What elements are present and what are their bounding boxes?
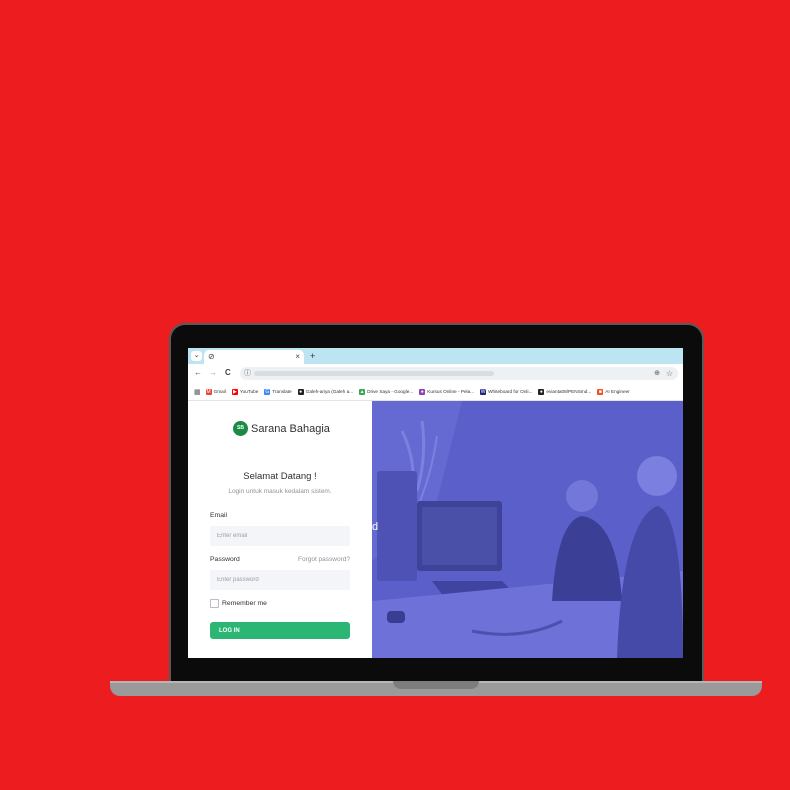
apps-grid-icon[interactable]: ▦ [194, 388, 201, 396]
email-field[interactable] [210, 526, 350, 546]
email-label: Email [210, 512, 227, 519]
bookmark-item[interactable]: ▶ YouTube [231, 388, 259, 395]
remember-me[interactable]: Remember me [210, 599, 267, 608]
bookmarks-bar: ▦ M Gmail ▶ YouTube G Translate ● Galeh-ariya (… [188, 383, 683, 401]
forward-arrow-icon[interactable]: → [209, 368, 217, 378]
bookmark-item[interactable]: ● Galeh-ariya (Galeh a... [297, 388, 354, 395]
site-info-icon[interactable]: ⓘ [244, 368, 251, 379]
hero-image: d [372, 401, 683, 658]
bookmark-star-icon[interactable]: ☆ [666, 368, 673, 379]
microsoft-icon: ■ [597, 388, 604, 395]
youtube-icon: ▶ [231, 388, 238, 395]
reload-icon[interactable]: C [225, 368, 231, 378]
address-bar[interactable]: ⓘ ⊕ ☆ [240, 367, 678, 380]
browser-tab[interactable]: ⊘ × [204, 350, 304, 364]
bookmark-item[interactable]: G Translate [264, 388, 292, 395]
new-tab-icon[interactable]: + [310, 351, 315, 361]
bookmark-label: Translate [272, 389, 292, 394]
brand[interactable]: SB Sarana Bahagia [233, 421, 330, 436]
remember-me-label: Remember me [222, 600, 267, 607]
bookmark-item[interactable]: W Whiteboard for Onli... [480, 388, 533, 395]
tab-search-icon[interactable]: ⌄ [191, 351, 202, 361]
login-panel: SB Sarana Bahagia Selamat Datang ! Login… [188, 401, 372, 658]
bookmark-label: Whiteboard for Onli... [488, 389, 533, 394]
browser-toolbar: ← → C ⓘ ⊕ ☆ [188, 364, 683, 383]
office-workers-illustration [372, 401, 683, 658]
github-icon: ● [538, 388, 545, 395]
remember-me-checkbox[interactable] [210, 599, 219, 608]
translate-icon: G [264, 388, 271, 395]
brand-name: Sarana Bahagia [251, 422, 330, 435]
bookmark-label: evianta08/PENSInd... [546, 389, 592, 394]
bookmark-label: YouTube [239, 389, 259, 394]
bookmark-item[interactable]: M Gmail [205, 388, 226, 395]
laptop-screen: ⌄ ⊘ × + ← → C ⓘ ⊕ ☆ ▦ M Gmail ▶ YouTube G Tra… [188, 348, 683, 658]
tab-favicon-icon: ⊘ [208, 352, 215, 361]
forgot-password-link[interactable]: Forgot password? [290, 556, 350, 563]
back-arrow-icon[interactable]: ← [194, 368, 202, 378]
address-bar-url [254, 371, 494, 376]
bookmark-label: Drive Saya - Google... [367, 389, 414, 394]
bookmark-label: Gmail [213, 389, 226, 394]
gmail-icon: M [205, 388, 212, 395]
whiteboard-icon: W [480, 388, 487, 395]
bookmark-label: Kursus Online - Pela... [427, 389, 475, 394]
course-icon: ● [419, 388, 426, 395]
bookmark-item[interactable]: ■ AI Engineer [597, 388, 630, 395]
hero-partial-text: d [372, 521, 379, 533]
welcome-heading: Selamat Datang ! [243, 471, 317, 482]
github-icon: ● [297, 388, 304, 395]
password-label: Password [210, 556, 240, 563]
zoom-icon[interactable]: ⊕ [654, 368, 660, 379]
brand-logo-icon: SB [233, 421, 248, 436]
tab-close-icon[interactable]: × [295, 352, 300, 362]
bookmark-label: AI Engineer [605, 389, 630, 394]
password-field[interactable] [210, 570, 350, 590]
browser-tab-bar: ⌄ ⊘ × + [188, 348, 683, 364]
login-button[interactable]: LOG IN [210, 622, 350, 639]
web-page: SB Sarana Bahagia Selamat Datang ! Login… [188, 401, 683, 658]
bookmark-item[interactable]: ● evianta08/PENSInd... [538, 388, 592, 395]
laptop-notch [393, 681, 479, 689]
bookmark-item[interactable]: ▲ Drive Saya - Google... [359, 388, 414, 395]
login-subtitle: Login untuk masuk kedalam sistem. [228, 488, 332, 495]
bookmark-label: Galeh-ariya (Galeh a... [305, 389, 354, 394]
drive-icon: ▲ [359, 388, 366, 395]
bookmark-item[interactable]: ● Kursus Online - Pela... [419, 388, 475, 395]
